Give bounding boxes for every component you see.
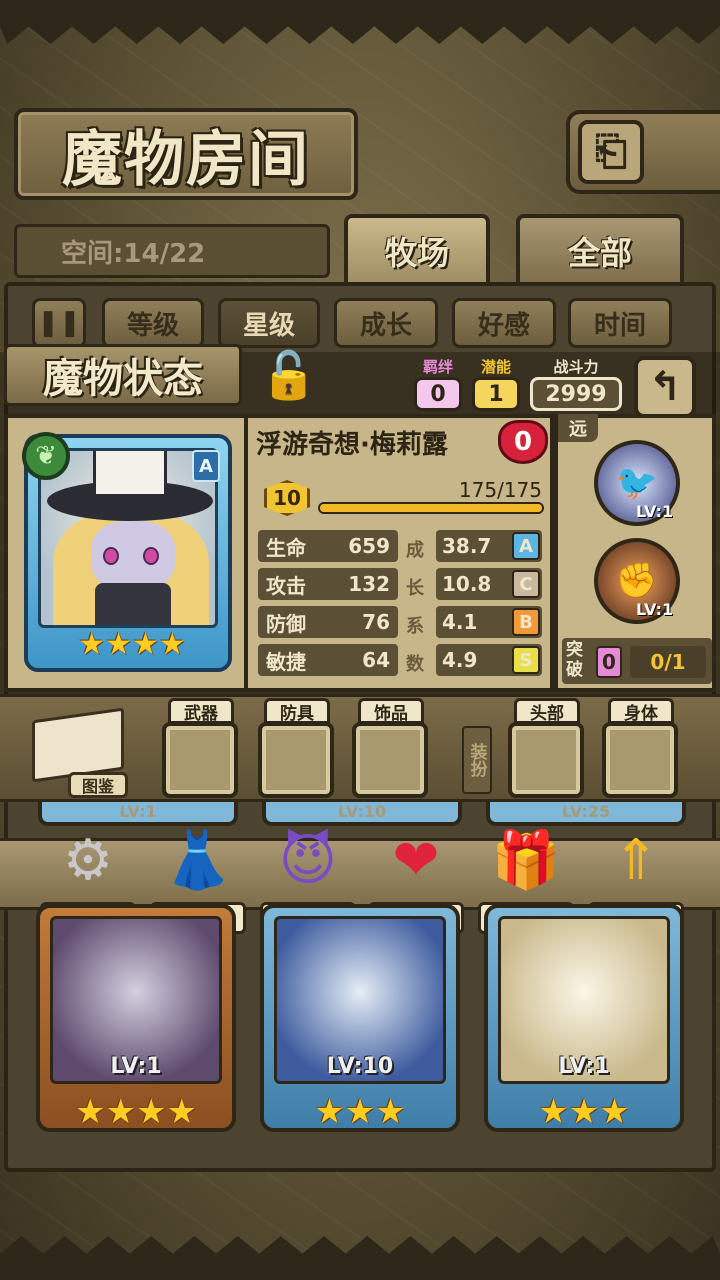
star-rating: ★★★ <box>538 1092 630 1132</box>
exp-bar-fill <box>320 504 542 512</box>
growth-label-char: 成 <box>406 540 424 561</box>
range-tag: 远 <box>558 414 598 442</box>
return-arrow-icon: ↰ <box>648 364 682 410</box>
roster-card[interactable]: LV:1 ★★★★ <box>36 904 236 1132</box>
pause-icon: ❚❚ <box>37 308 81 338</box>
codex-button[interactable]: 图鉴 <box>28 707 130 798</box>
rank-badge: A <box>192 450 220 482</box>
power-label: 战斗力 <box>553 358 599 376</box>
breakthrough-progress: 0/1 <box>630 646 706 678</box>
roster-card-peek: LV:10 <box>262 802 462 826</box>
body-slot-label: 身体 <box>608 698 674 724</box>
status-title: 魔物状态 <box>4 344 242 406</box>
hearts-icon: ❤ <box>392 827 440 893</box>
power-chip: 战斗力 2999 <box>530 356 622 411</box>
bond-chip: 羁绊 0 <box>414 356 462 411</box>
up-arrows-icon: ⇑ <box>612 827 660 893</box>
demon-icon: 😈 <box>278 827 338 893</box>
potential-chip: 潜能 1 <box>472 356 520 411</box>
page-title-plate: 魔物房间 <box>14 108 358 200</box>
stat-row-agi: 敏捷 64 <box>258 644 398 676</box>
roster-card-level: LV:1 <box>110 1054 162 1079</box>
growth-label-char: 系 <box>406 616 424 637</box>
accessory-slot-label: 饰品 <box>358 698 424 724</box>
growth-row-hp: 38.7 A <box>436 530 542 562</box>
storage-label: 空间:14/22 <box>61 238 206 269</box>
stat-row-atk: 攻击 132 <box>258 568 398 600</box>
weapon-slot[interactable] <box>162 722 238 798</box>
accessory-slot[interactable] <box>352 722 428 798</box>
lock-button[interactable]: 🔓 <box>256 342 322 408</box>
lock-icon: 🔓 <box>260 347 318 402</box>
star-rating: ★★★★ <box>78 626 186 662</box>
growth-row-def: 4.1 B <box>436 606 542 638</box>
stat-row-hp: 生命 659 <box>258 530 398 562</box>
growth-label-char: 长 <box>406 578 424 599</box>
sort-toggle-button[interactable]: ❚❚ <box>32 298 86 348</box>
exp-bar <box>318 502 544 514</box>
grade-badge: S <box>512 646 540 674</box>
storage-capacity: 空间:14/22 <box>14 224 330 278</box>
roster-card-peek: LV:25 <box>486 802 686 826</box>
roster-card[interactable]: LV:10 ★★★ <box>260 904 460 1132</box>
codex-label: 图鉴 <box>68 772 128 798</box>
breakthrough-label: 突破 <box>566 640 583 680</box>
monster-portrait <box>38 448 218 628</box>
roster-card-peek: LV:1 <box>38 802 238 826</box>
roster-card[interactable]: LV:1 ★★★ <box>484 904 684 1132</box>
growth-row-atk: 10.8 C <box>436 568 542 600</box>
roster-card-level: LV:1 <box>558 1054 610 1079</box>
crow-icon: 🐦 <box>615 463 659 503</box>
monster-portrait-frame[interactable]: ❦ A ★★★★ <box>22 432 232 672</box>
dress-icon: 👗 <box>163 828 233 893</box>
favor-value: 0 <box>513 427 533 457</box>
favor-heart: 0 <box>498 420 548 464</box>
sort-growth-button[interactable]: 成长 <box>334 298 438 348</box>
stat-row-def: 防御 76 <box>258 606 398 638</box>
armor-slot[interactable] <box>258 722 334 798</box>
page-title: 魔物房间 <box>62 124 310 195</box>
gear-icon: ⚙ <box>62 827 114 893</box>
gift-icon: 🎁 <box>491 828 561 893</box>
back-button[interactable]: ⎗ <box>566 110 720 194</box>
sort-time-button[interactable]: 时间 <box>568 298 672 348</box>
status-back-button[interactable]: ↰ <box>634 356 696 418</box>
roster-card-level: LV:10 <box>326 1054 394 1079</box>
potential-label: 潜能 <box>480 358 511 376</box>
growth-row-agi: 4.9 S <box>436 644 542 676</box>
potential-value: 1 <box>472 377 520 411</box>
grade-badge: A <box>512 532 540 560</box>
body-slot[interactable] <box>602 722 678 798</box>
return-arrow-icon: ⎗ <box>578 120 644 184</box>
monster-card-box: ❦ A ★★★★ <box>4 414 248 692</box>
armor-slot-label: 防具 <box>264 698 330 724</box>
bond-value: 0 <box>414 377 462 411</box>
star-rating: ★★★ <box>314 1092 406 1132</box>
sort-favor-button[interactable]: 好感 <box>452 298 556 348</box>
power-value: 2999 <box>530 377 622 411</box>
grade-badge: C <box>512 570 540 598</box>
star-rating: ★★★★ <box>75 1092 197 1132</box>
fist-icon: ✊ <box>615 561 659 601</box>
bond-label: 羁绊 <box>422 358 453 376</box>
sort-star-button[interactable]: 星级 <box>218 298 320 348</box>
exp-text: 175/175 <box>458 478 542 502</box>
tab-ranch[interactable]: 牧场 <box>344 214 490 288</box>
head-slot[interactable] <box>508 722 584 798</box>
sort-level-button[interactable]: 等级 <box>102 298 204 348</box>
tab-all[interactable]: 全部 <box>516 214 684 288</box>
outfit-label: 装扮 <box>462 726 492 794</box>
breakthrough-value: 0 <box>596 646 622 678</box>
head-slot-label: 头部 <box>514 698 580 724</box>
leaf-icon: ❦ <box>22 432 70 480</box>
growth-label-char: 数 <box>406 654 424 675</box>
skill-2-level: LV:1 <box>636 600 674 619</box>
weapon-slot-label: 武器 <box>168 698 234 724</box>
grade-badge: B <box>512 608 540 636</box>
skill-1-level: LV:1 <box>636 502 674 521</box>
